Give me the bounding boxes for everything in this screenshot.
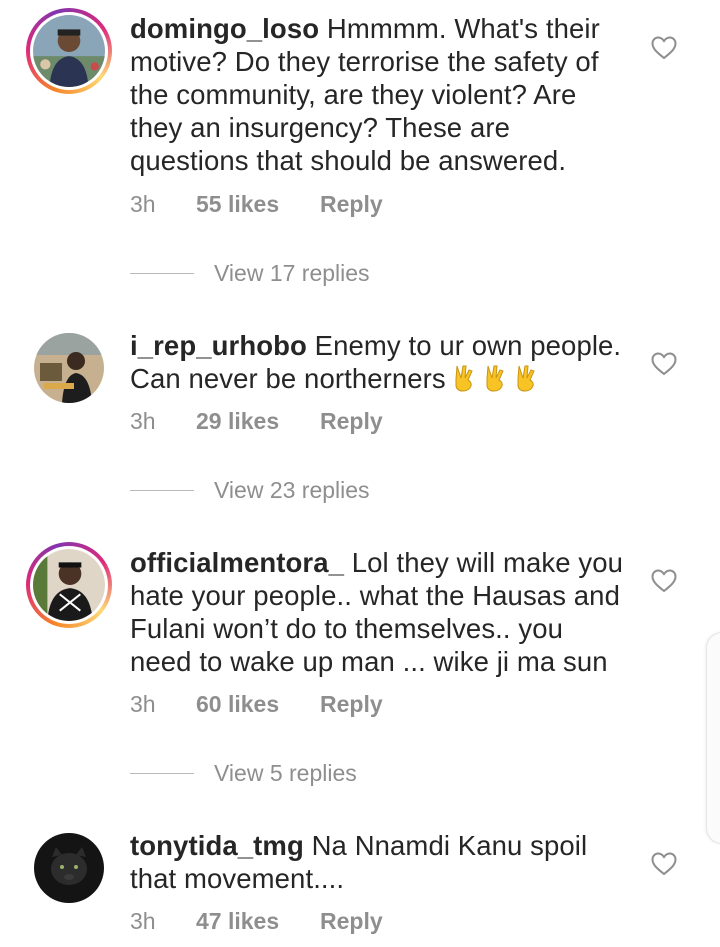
avatar-domingo-loso[interactable] (26, 8, 112, 94)
avatar-image (34, 833, 104, 903)
comment-likes[interactable]: 29 likes (196, 406, 279, 436)
heart-outline-icon[interactable] (651, 569, 677, 593)
avatar-officialmentora[interactable] (26, 542, 112, 628)
comment-time: 3h (130, 408, 156, 434)
replies-divider (130, 490, 194, 491)
view-replies-label: View 23 replies (214, 477, 370, 503)
avatar-image (33, 549, 105, 621)
comment-likes[interactable]: 60 likes (196, 689, 279, 719)
comment-likes[interactable]: 47 likes (196, 906, 279, 936)
edge-panel-handle[interactable] (706, 632, 720, 844)
comment-username[interactable]: tonytida_tmg (130, 830, 304, 861)
avatar-image (33, 15, 105, 87)
heart-outline-icon[interactable] (651, 852, 677, 876)
comment-text: i_rep_urhobo Enemy to ur own people. Can… (130, 329, 630, 395)
victory-hand-icon (482, 364, 508, 392)
comment-text: officialmentora_ Lol they will make you … (130, 546, 630, 678)
comment-username[interactable]: i_rep_urhobo (130, 330, 307, 361)
comment-text: tonytida_tmg Na Nnamdi Kanu spoil that m… (130, 829, 630, 895)
heart-outline-icon[interactable] (651, 352, 677, 376)
avatar-i-rep-urhobo[interactable] (26, 325, 112, 411)
view-replies-label: View 17 replies (214, 260, 370, 286)
comment-time: 3h (130, 908, 156, 934)
reply-button[interactable]: Reply (320, 906, 383, 936)
comment-username[interactable]: domingo_loso (130, 13, 319, 44)
reply-button[interactable]: Reply (320, 689, 383, 719)
comment-time: 3h (130, 191, 156, 217)
reply-button[interactable]: Reply (320, 189, 383, 219)
replies-divider (130, 773, 194, 774)
view-replies-label: View 5 replies (214, 760, 357, 786)
heart-outline-icon[interactable] (651, 36, 677, 60)
comment-time: 3h (130, 691, 156, 717)
avatar-image (34, 333, 104, 403)
comment-text: domingo_loso Hmmmm. What's their motive?… (130, 12, 630, 177)
replies-divider (130, 273, 194, 274)
comment-username[interactable]: officialmentora_ (130, 547, 344, 578)
victory-hand-icon (513, 364, 539, 392)
avatar-tonytida-tmg[interactable] (26, 825, 112, 911)
victory-hand-icon (451, 364, 477, 392)
reply-button[interactable]: Reply (320, 406, 383, 436)
comment-likes[interactable]: 55 likes (196, 189, 279, 219)
